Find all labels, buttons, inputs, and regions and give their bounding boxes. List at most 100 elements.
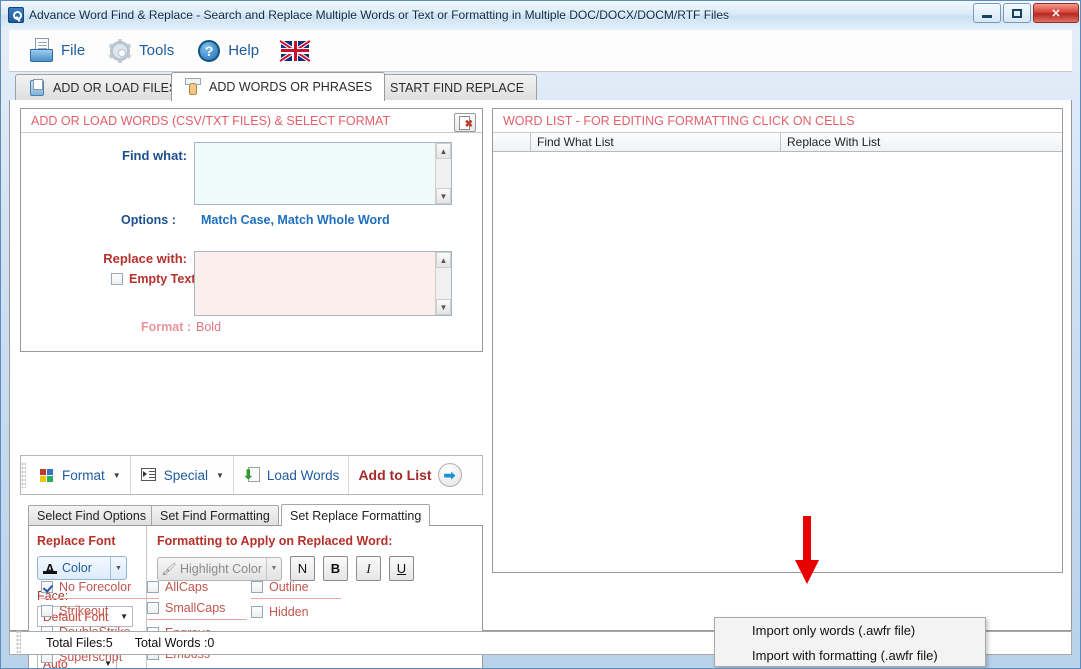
format-value[interactable]: Bold	[196, 320, 221, 334]
checkbox-allcaps[interactable]: AllCaps	[147, 580, 247, 594]
clipboard-icon	[28, 78, 46, 97]
tab-label-2: START FIND REPLACE	[390, 80, 525, 95]
style-button-underline[interactable]: U	[389, 556, 414, 581]
highlight-color-label: Highlight Color	[180, 561, 262, 576]
checkbox-strikeout[interactable]: Strikeout	[41, 604, 159, 618]
find-what-scrollbar[interactable]: ▲ ▼	[435, 143, 451, 204]
arrow-right-icon: ➡	[437, 463, 462, 487]
tab-set-replace-formatting[interactable]: Set Replace Formatting	[281, 504, 431, 526]
find-what-label: Find what:	[122, 148, 187, 163]
word-action-toolbar: Format ▼ Special ▼ ⬇ Load Words Add to L…	[20, 455, 483, 495]
style-button-italic[interactable]: I	[356, 556, 381, 581]
color-button-label: Color	[62, 561, 92, 575]
minimize-button[interactable]	[973, 3, 1001, 23]
column-header-row-selector[interactable]	[493, 133, 531, 151]
right-panel-title: WORD LIST - FOR EDITING FORMATTING CLICK…	[493, 109, 1062, 133]
checkbox-allcaps-box[interactable]	[147, 581, 159, 593]
application-window: Advance Word Find & Replace - Search and…	[0, 0, 1081, 669]
checkbox-allcaps-label: AllCaps	[165, 580, 209, 594]
chevron-down-icon-color[interactable]: ▼	[110, 557, 126, 579]
column-header-find-what-list[interactable]: Find What List	[531, 133, 781, 151]
checkbox-hidden-box[interactable]	[251, 606, 263, 618]
color-button[interactable]: A Color ▼	[37, 556, 127, 580]
chevron-down-icon-highlight[interactable]: ▼	[266, 557, 281, 580]
toolbar-label-help: Help	[228, 42, 260, 59]
special-button[interactable]: Special ▼	[131, 456, 234, 494]
empty-text-label: Empty Text	[129, 272, 196, 286]
replace-with-scrollbar[interactable]: ▲ ▼	[435, 252, 451, 315]
total-files-status: Total Files:5	[46, 636, 113, 650]
replace-with-input[interactable]: ▲ ▼	[194, 251, 452, 316]
toolbar-item-tools[interactable]: Tools	[97, 35, 184, 67]
file-folder-icon	[29, 37, 55, 64]
checkbox-smallcaps-box[interactable]	[147, 602, 159, 614]
scroll-up-icon[interactable]: ▲	[436, 143, 451, 159]
word-list-header: Find What List Replace With List	[493, 133, 1062, 152]
checkbox-strikeout-box[interactable]	[41, 605, 53, 617]
gear-icon	[107, 38, 133, 64]
add-to-list-button[interactable]: Add to List ➡	[349, 456, 470, 494]
column-header-replace-with-list[interactable]: Replace With List	[781, 133, 1028, 151]
options-value[interactable]: Match Case, Match Whole Word	[201, 213, 390, 227]
tab-add-words-or-phrases[interactable]: ADD WORDS OR PHRASES	[171, 72, 386, 101]
checkbox-outline[interactable]: Outline	[251, 580, 341, 594]
special-list-icon	[140, 466, 158, 484]
clear-fields-button[interactable]: ✖	[454, 113, 476, 132]
window-controls: ✕	[973, 3, 1079, 23]
close-button[interactable]: ✕	[1033, 3, 1079, 23]
find-what-input[interactable]: ▲ ▼	[194, 142, 452, 205]
font-color-icon: A	[38, 561, 62, 576]
hand-keyboard-icon	[184, 78, 202, 96]
format-label: Format :	[141, 320, 191, 334]
tab-add-or-load-files[interactable]: ADD OR LOAD FILES	[15, 74, 191, 100]
tab-select-find-options[interactable]: Select Find Options	[28, 505, 156, 526]
tab-label-1: ADD WORDS OR PHRASES	[209, 80, 373, 94]
empty-text-checkbox-row[interactable]: Empty Text	[111, 272, 195, 286]
checkbox-smallcaps[interactable]: SmallCaps	[147, 601, 247, 615]
minimize-icon	[982, 15, 992, 18]
formatting-tabs: Select Find Options Set Find Formatting …	[28, 504, 483, 526]
title-bar: Advance Word Find & Replace - Search and…	[1, 1, 1080, 29]
checkbox-smallcaps-label: SmallCaps	[165, 601, 226, 615]
scroll-down-icon-2[interactable]: ▼	[436, 299, 451, 315]
special-button-label: Special	[163, 467, 208, 483]
scroll-down-icon[interactable]: ▼	[436, 188, 451, 204]
checkbox-hidden[interactable]: Hidden	[251, 605, 341, 619]
checkbox-no-forecolor-box[interactable]	[41, 581, 53, 593]
checkbox-outline-box[interactable]	[251, 581, 263, 593]
menu-item-import-only-words[interactable]: Import only words (.awfr file)	[715, 618, 985, 643]
toolbar-label-tools: Tools	[139, 42, 175, 59]
ftab-label-2: Set Replace Formatting	[290, 508, 422, 523]
menu-item-import-with-formatting[interactable]: Import with formatting (.awfr file)	[715, 643, 985, 668]
toolbar-label-file: File	[61, 42, 86, 59]
window-title: Advance Word Find & Replace - Search and…	[29, 8, 730, 22]
checkbox-no-forecolor[interactable]: No Forecolor	[41, 580, 159, 594]
toolbar-item-help[interactable]: ? Help	[186, 35, 269, 67]
divider-3	[147, 619, 247, 620]
format-button[interactable]: Format ▼	[29, 456, 131, 494]
highlight-color-button[interactable]: 🖌 Highlight Color ▼	[157, 556, 282, 581]
checkbox-column-1: No Forecolor Strikeout DoubleStrike S	[41, 580, 159, 668]
format-button-label: Format	[62, 467, 105, 483]
empty-text-checkbox[interactable]	[111, 273, 123, 285]
maximize-button[interactable]	[1003, 3, 1031, 23]
checkbox-no-forecolor-label: No Forecolor	[59, 580, 132, 594]
toolbar-item-file[interactable]: File	[19, 35, 95, 67]
scroll-up-icon-2[interactable]: ▲	[436, 252, 451, 268]
import-words-dropdown-menu: Import only words (.awfr file) Import wi…	[714, 617, 986, 667]
chevron-down-icon: ▼	[112, 470, 121, 480]
style-button-bold[interactable]: B	[323, 556, 348, 581]
tab-set-find-formatting[interactable]: Set Find Formatting	[151, 505, 279, 526]
style-button-n[interactable]: N	[290, 556, 315, 581]
checkbox-outline-label: Outline	[269, 580, 309, 594]
options-label: Options :	[121, 213, 176, 227]
total-words-status: Total Words :0	[134, 636, 215, 650]
left-panel-title: ADD OR LOAD WORDS (CSV/TXT FILES) & SELE…	[21, 109, 482, 133]
toolbar-grip	[21, 462, 26, 488]
load-words-button[interactable]: ⬇ Load Words	[234, 456, 350, 494]
question-circle-icon: ?	[196, 38, 222, 64]
ftab-label-1: Set Find Formatting	[160, 509, 270, 523]
word-list-body[interactable]	[493, 152, 1062, 572]
tab-content-panel: ADD OR LOAD WORDS (CSV/TXT FILES) & SELE…	[9, 100, 1072, 668]
toolbar-item-language[interactable]	[271, 38, 319, 64]
